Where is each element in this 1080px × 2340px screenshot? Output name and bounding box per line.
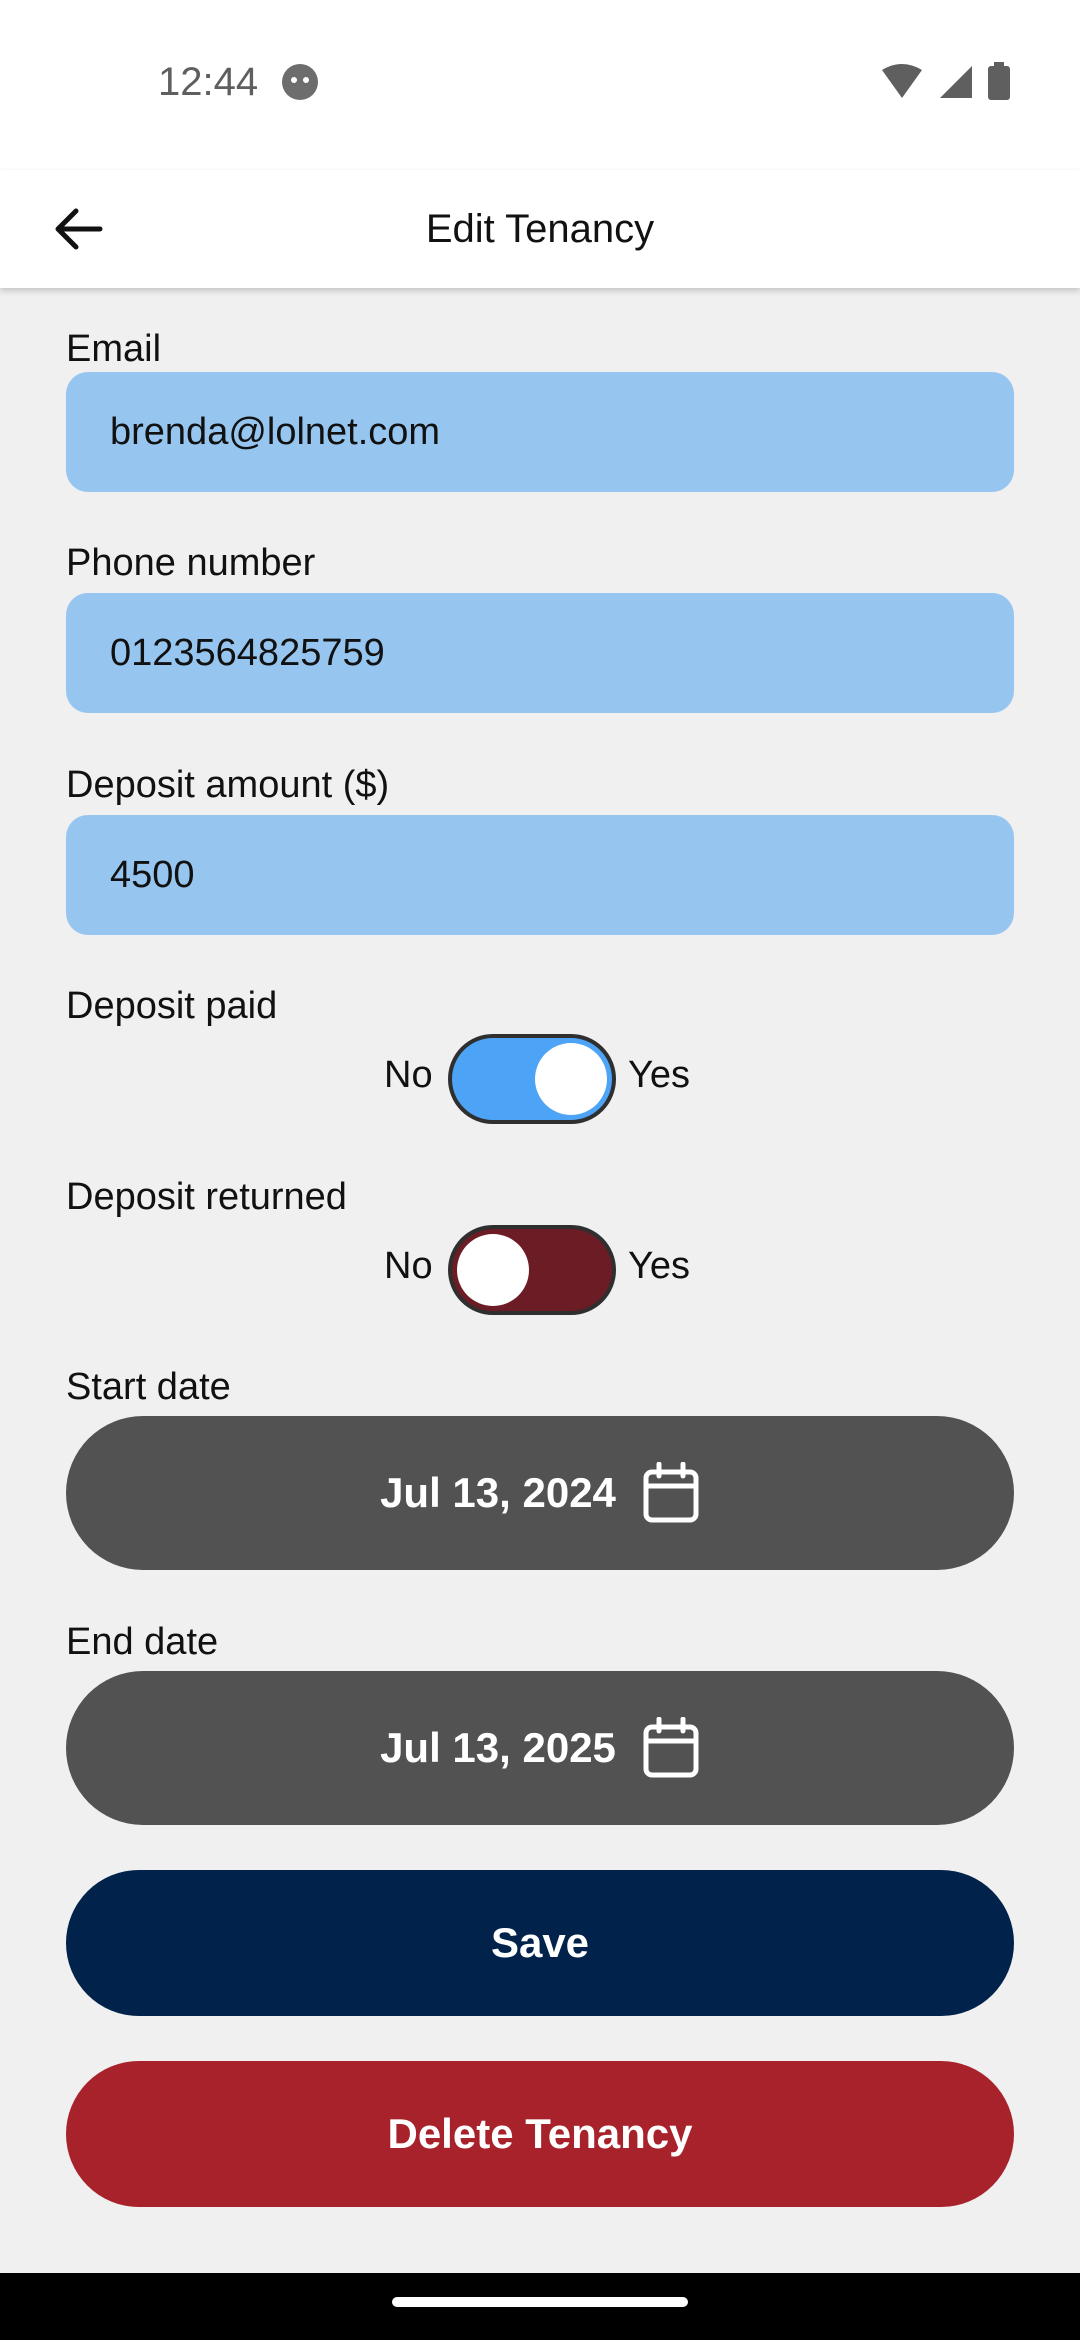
deposit-amount-label: Deposit amount ($) xyxy=(66,764,390,806)
deposit-paid-label: Deposit paid xyxy=(66,985,278,1027)
deposit-amount-field[interactable]: 4500 xyxy=(66,815,1014,935)
deposit-returned-label: Deposit returned xyxy=(66,1176,347,1218)
battery-icon xyxy=(988,62,1010,100)
page-title: Edit Tenancy xyxy=(425,207,655,251)
back-button[interactable] xyxy=(44,194,114,264)
form-scroll-area[interactable]: Email brenda@lolnet.com Phone number 012… xyxy=(0,288,1080,2273)
home-handle[interactable] xyxy=(392,2297,688,2307)
deposit-paid-switch[interactable] xyxy=(448,1034,616,1124)
phone-field[interactable]: 0123564825759 xyxy=(66,593,1014,713)
app-bar: Edit Tenancy xyxy=(0,170,1080,288)
wifi-icon xyxy=(882,64,922,98)
start-date-button[interactable]: Jul 13, 2024 xyxy=(66,1416,1014,1570)
end-date-button[interactable]: Jul 13, 2025 xyxy=(66,1671,1014,1825)
email-label: Email xyxy=(66,328,162,370)
phone-label: Phone number xyxy=(66,542,316,584)
arrow-left-icon xyxy=(55,208,103,250)
deposit-returned-switch[interactable] xyxy=(448,1225,616,1315)
start-date-label: Start date xyxy=(66,1366,231,1408)
signal-icon xyxy=(940,66,972,98)
calendar-icon xyxy=(643,1462,699,1523)
end-date-value: Jul 13, 2025 xyxy=(380,1724,616,1771)
notification-icon xyxy=(282,64,318,100)
status-icons xyxy=(880,62,1010,100)
save-button[interactable]: Save xyxy=(66,1870,1014,2016)
deposit-paid-no-label: No xyxy=(384,1054,433,1096)
calendar-icon xyxy=(643,1717,699,1778)
delete-tenancy-button[interactable]: Delete Tenancy xyxy=(66,2061,1014,2207)
system-nav-bar xyxy=(0,2273,1080,2340)
deposit-paid-yes-label: Yes xyxy=(628,1054,690,1096)
deposit-paid-toggle-row: No Yes xyxy=(0,1034,1080,1124)
deposit-returned-no-label: No xyxy=(384,1245,433,1287)
deposit-returned-toggle-row: No Yes xyxy=(0,1225,1080,1315)
end-date-label: End date xyxy=(66,1621,219,1663)
switch-knob xyxy=(457,1234,529,1306)
start-date-value: Jul 13, 2024 xyxy=(380,1469,616,1516)
status-time: 12:44 xyxy=(158,60,259,104)
status-bar: 12:44 xyxy=(0,0,1080,170)
switch-knob xyxy=(535,1043,607,1115)
deposit-returned-yes-label: Yes xyxy=(628,1245,690,1287)
email-field[interactable]: brenda@lolnet.com xyxy=(66,372,1014,492)
